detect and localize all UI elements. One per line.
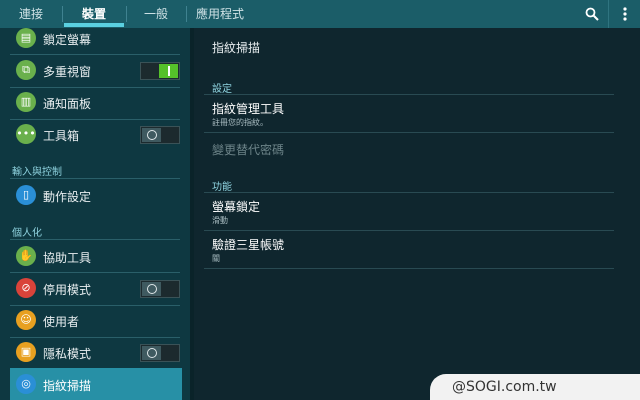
screen-lock-label: 螢幕鎖定 <box>212 200 261 214</box>
fingerprint-icon: ◎ <box>16 374 36 394</box>
top-tab-bar: 連接 裝置 一般 應用程式 <box>0 0 640 28</box>
sidebar-item-label: 指紋掃描 <box>43 379 92 393</box>
sidebar-item-notification-panel[interactable]: ▥ 通知面板 <box>0 90 190 116</box>
sidebar-item-label: 協助工具 <box>43 251 92 265</box>
private-mode-icon: ▣ <box>16 342 36 362</box>
notification-panel-icon: ▥ <box>16 92 36 112</box>
page-title: 指紋掃描 <box>212 41 261 55</box>
settings-sidebar: ▤ 鎖定螢幕 ⧉ 多重視窗 ▥ 通知面板 ••• 工具箱 輸入與控制 ▯ 動作設… <box>0 28 190 400</box>
more-vertical-icon <box>623 7 627 21</box>
fingerprint-manager-item[interactable]: 指紋管理工具 註冊您的指紋。 <box>194 96 614 132</box>
toolbox-icon: ••• <box>16 124 36 144</box>
watermark-badge: @SOGI.com.tw <box>430 374 640 400</box>
blocking-mode-icon: ⊘ <box>16 278 36 298</box>
toolbox-toggle[interactable] <box>140 126 180 144</box>
private-mode-toggle[interactable] <box>140 344 180 362</box>
divider <box>10 119 180 120</box>
fingerprint-manager-label: 指紋管理工具 <box>212 102 285 116</box>
section-divider <box>10 178 180 179</box>
motion-icon: ▯ <box>16 185 36 205</box>
tab-separator <box>186 6 187 22</box>
sidebar-item-lock-screen[interactable]: ▤ 鎖定螢幕 <box>0 28 190 50</box>
section-divider <box>204 94 614 95</box>
accessibility-icon: ✋ <box>16 246 36 266</box>
divider <box>10 54 180 55</box>
section-header-personalization: 個人化 <box>12 228 42 239</box>
sidebar-item-multi-window[interactable]: ⧉ 多重視窗 <box>0 58 190 84</box>
watermark-text: @SOGI.com.tw <box>452 379 557 395</box>
tab-applications[interactable]: 應用程式 <box>188 0 252 28</box>
sidebar-item-motion[interactable]: ▯ 動作設定 <box>0 182 190 208</box>
toggle-knob <box>147 348 157 358</box>
divider <box>204 230 614 231</box>
section-header-features: 功能 <box>212 182 232 193</box>
section-header-settings: 設定 <box>212 84 232 95</box>
section-divider <box>204 192 614 193</box>
tab-separator <box>62 6 63 22</box>
sidebar-item-users[interactable]: ☺ 使用者 <box>0 308 190 334</box>
section-header-input-control: 輸入與控制 <box>12 167 62 178</box>
divider <box>10 272 180 273</box>
tab-connections[interactable]: 連接 <box>0 0 62 28</box>
more-options-button[interactable] <box>611 0 639 28</box>
fingerprint-scanner-panel: 指紋掃描 設定 指紋管理工具 註冊您的指紋。 變更替代密碼 功能 螢幕鎖定 滑動… <box>194 28 640 400</box>
divider <box>204 132 614 133</box>
sidebar-item-label: 停用模式 <box>43 283 92 297</box>
change-alt-password-item[interactable]: 變更替代密碼 <box>194 134 614 166</box>
blocking-mode-toggle[interactable] <box>140 280 180 298</box>
sidebar-item-label: 多重視窗 <box>43 65 92 79</box>
tab-general[interactable]: 一般 <box>128 0 184 28</box>
verify-samsung-account-label: 驗證三星帳號 <box>212 238 285 252</box>
divider <box>10 305 180 306</box>
sidebar-item-label: 動作設定 <box>43 190 92 204</box>
toggle-knob <box>147 130 157 140</box>
multi-window-toggle[interactable] <box>140 62 180 80</box>
sidebar-item-private-mode[interactable]: ▣ 隱私模式 <box>0 340 190 366</box>
screen-lock-subtitle: 滑動 <box>212 216 228 225</box>
sidebar-item-label: 隱私模式 <box>43 347 92 361</box>
active-tab-indicator <box>64 23 124 27</box>
sidebar-item-label: 工具箱 <box>43 129 80 143</box>
sidebar-item-fingerprint-scanner[interactable]: ◎ 指紋掃描 <box>0 370 190 398</box>
toggle-knob <box>147 284 157 294</box>
toggle-knob <box>168 66 170 76</box>
search-icon <box>585 7 599 21</box>
sidebar-item-accessibility[interactable]: ✋ 協助工具 <box>0 244 190 270</box>
users-icon: ☺ <box>16 310 36 330</box>
verify-samsung-account-subtitle: 關 <box>212 254 220 263</box>
sidebar-item-label: 通知面板 <box>43 97 92 111</box>
sidebar-item-toolbox[interactable]: ••• 工具箱 <box>0 122 190 148</box>
verify-samsung-account-item[interactable]: 驗證三星帳號 關 <box>194 232 614 268</box>
topbar-separator <box>608 0 609 28</box>
change-alt-password-label: 變更替代密碼 <box>212 143 285 157</box>
sidebar-item-label: 鎖定螢幕 <box>43 33 92 47</box>
multi-window-icon: ⧉ <box>16 60 36 80</box>
divider <box>10 87 180 88</box>
sidebar-item-blocking-mode[interactable]: ⊘ 停用模式 <box>0 276 190 302</box>
divider <box>204 268 614 269</box>
search-button[interactable] <box>578 0 606 28</box>
lock-screen-icon: ▤ <box>16 28 36 48</box>
section-divider <box>10 239 180 240</box>
screen-lock-item[interactable]: 螢幕鎖定 滑動 <box>194 194 614 230</box>
divider <box>10 337 180 338</box>
tab-separator <box>126 6 127 22</box>
fingerprint-manager-subtitle: 註冊您的指紋。 <box>212 118 268 127</box>
sidebar-item-label: 使用者 <box>43 315 80 329</box>
